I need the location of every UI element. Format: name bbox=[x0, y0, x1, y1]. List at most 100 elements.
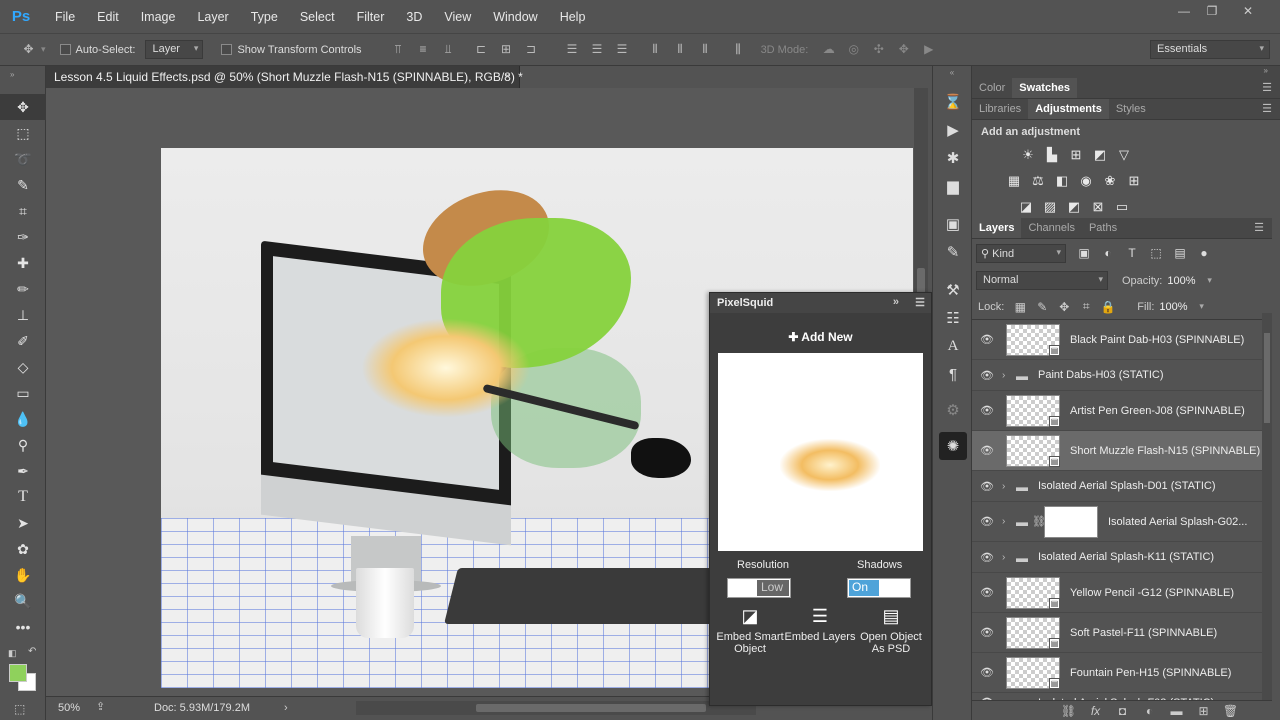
close-window-button[interactable]: ✕ bbox=[1232, 4, 1264, 20]
blur-tool[interactable]: 💧 bbox=[0, 406, 46, 432]
opacity-input[interactable]: 100% bbox=[1167, 275, 1207, 287]
tab-channels[interactable]: Channels bbox=[1021, 218, 1081, 238]
shadows-on-option[interactable]: On bbox=[849, 580, 879, 596]
filter-adjustment-icon[interactable]: ◐ bbox=[1096, 246, 1120, 260]
type-tool[interactable]: T bbox=[0, 484, 46, 510]
crop-tool[interactable]: ⌗ bbox=[0, 198, 46, 224]
paragraph-styles-icon[interactable]: ☷ bbox=[933, 304, 973, 332]
canvas-horizontal-scrollbar[interactable] bbox=[356, 701, 756, 715]
blend-mode-dropdown[interactable]: Normal bbox=[976, 271, 1108, 290]
photo-filter-icon[interactable]: ◉ bbox=[1074, 173, 1098, 189]
invert-icon[interactable]: ◪ bbox=[1014, 199, 1038, 215]
document-tab[interactable]: Lesson 4.5 Liquid Effects.psd @ 50% (Sho… bbox=[46, 66, 523, 88]
visibility-eye-icon[interactable]: 👁 bbox=[972, 404, 1002, 417]
3d-roll-icon[interactable]: ◎ bbox=[847, 43, 860, 56]
open-as-psd-button[interactable]: ▤ Open Object As PSD bbox=[855, 601, 927, 655]
visibility-eye-icon[interactable]: 👁 bbox=[972, 444, 1002, 457]
layer-style-fx-icon[interactable]: fx bbox=[1082, 704, 1109, 718]
tab-layers[interactable]: Layers bbox=[972, 218, 1022, 238]
filter-type-icon[interactable]: T bbox=[1120, 246, 1144, 260]
panel-menu-icon[interactable]: ☰ bbox=[1262, 102, 1272, 115]
histogram-icon[interactable]: ▆ bbox=[933, 172, 973, 200]
embed-layers-button[interactable]: ☰ Embed Layers bbox=[784, 601, 856, 643]
align-vcenter-icon[interactable]: ≡ bbox=[417, 43, 430, 56]
layer-row[interactable]: 👁 › ▬ ⛓ Isolated Aerial Splash-G02... bbox=[972, 502, 1272, 542]
marquee-tool[interactable]: ⬚ bbox=[0, 120, 46, 146]
status-menu-chevron-icon[interactable]: › bbox=[284, 702, 288, 714]
share-icon[interactable]: ⇪ bbox=[96, 700, 105, 713]
dock-collapse-icon[interactable]: » bbox=[972, 66, 1280, 78]
opacity-chevron-icon[interactable]: ▾ bbox=[1207, 275, 1212, 286]
align-left-icon[interactable]: ⊏ bbox=[475, 43, 488, 56]
black-white-icon[interactable]: ◧ bbox=[1050, 173, 1074, 189]
expand-chevron-icon[interactable]: › bbox=[1002, 481, 1016, 492]
tool-preset-chevron-icon[interactable]: ▾ bbox=[41, 44, 46, 55]
exposure-icon[interactable]: ◩ bbox=[1088, 147, 1112, 163]
menu-file[interactable]: File bbox=[44, 10, 86, 24]
move-tool[interactable]: ✥ bbox=[0, 94, 46, 120]
gradient-map-icon[interactable]: ▭ bbox=[1110, 199, 1134, 215]
distribute-vcenter-icon[interactable]: ☰ bbox=[591, 43, 604, 56]
fill-input[interactable]: 100% bbox=[1159, 301, 1199, 313]
move-tool-icon[interactable]: ✥ bbox=[22, 43, 35, 56]
menu-3d[interactable]: 3D bbox=[395, 10, 433, 24]
align-hcenter-icon[interactable]: ⊞ bbox=[500, 43, 513, 56]
brush-tool[interactable]: ✏ bbox=[0, 276, 46, 302]
hue-saturation-icon[interactable]: ▦ bbox=[1002, 173, 1026, 189]
expand-chevron-icon[interactable]: › bbox=[1002, 516, 1016, 527]
default-colors-icon[interactable]: ◧ bbox=[8, 648, 17, 659]
menu-view[interactable]: View bbox=[433, 10, 482, 24]
delete-layer-icon[interactable]: 🗑 bbox=[1217, 704, 1244, 718]
expand-chevron-icon[interactable]: › bbox=[1002, 370, 1016, 381]
embed-smart-object-button[interactable]: ◪ Embed Smart Object bbox=[714, 601, 786, 655]
visibility-eye-icon[interactable]: 👁 bbox=[972, 369, 1002, 382]
auto-align-icon[interactable]: ⫼ bbox=[732, 43, 745, 56]
layer-row[interactable]: 👁 ▤ Fountain Pen-H15 (SPINNABLE) bbox=[972, 653, 1272, 693]
panel-menu-icon[interactable]: ☰ bbox=[1262, 81, 1272, 94]
visibility-eye-icon[interactable]: 👁 bbox=[972, 586, 1002, 599]
3d-icon[interactable]: ⚙ bbox=[933, 396, 973, 424]
eraser-tool[interactable]: ◇ bbox=[0, 354, 46, 380]
lock-pixels-icon[interactable]: ✎ bbox=[1031, 300, 1053, 314]
brightness-icon[interactable]: ☀ bbox=[1016, 147, 1040, 163]
new-adjustment-icon[interactable]: ◐ bbox=[1136, 704, 1163, 718]
distribute-left-icon[interactable]: ⦀ bbox=[649, 43, 662, 56]
object-preview[interactable] bbox=[718, 353, 923, 551]
filter-toggle-icon[interactable]: ● bbox=[1192, 246, 1216, 260]
menu-edit[interactable]: Edit bbox=[86, 10, 130, 24]
distribute-top-icon[interactable]: ☰ bbox=[566, 43, 579, 56]
new-group-icon[interactable]: ▬ bbox=[1163, 704, 1190, 718]
vibrance-icon[interactable]: ▽ bbox=[1112, 147, 1136, 163]
menu-layer[interactable]: Layer bbox=[186, 10, 239, 24]
actions-play-icon[interactable]: ▶ bbox=[933, 116, 973, 144]
strip-collapse-icon[interactable]: « bbox=[933, 66, 971, 88]
maximize-button[interactable]: ❐ bbox=[1196, 4, 1228, 20]
panel-menu-icon[interactable]: ☰ bbox=[915, 296, 925, 309]
panel-menu-icon[interactable]: ☰ bbox=[1254, 221, 1264, 234]
eyedropper-tool[interactable]: ✑ bbox=[0, 224, 46, 250]
expand-chevron-icon[interactable]: › bbox=[1002, 552, 1016, 563]
menu-image[interactable]: Image bbox=[130, 10, 187, 24]
quick-select-tool[interactable]: ✎ bbox=[0, 172, 46, 198]
menu-select[interactable]: Select bbox=[289, 10, 346, 24]
align-right-icon[interactable]: ⊐ bbox=[525, 43, 538, 56]
character-icon[interactable]: A bbox=[933, 332, 973, 360]
tab-color[interactable]: Color bbox=[972, 78, 1012, 98]
levels-icon[interactable]: ▙ bbox=[1040, 147, 1064, 163]
stamp-tool[interactable]: ⊥ bbox=[0, 302, 46, 328]
clone-source-icon[interactable]: ⚒ bbox=[933, 276, 973, 304]
link-layers-icon[interactable]: ⛓ bbox=[1055, 704, 1082, 718]
distribute-hcenter-icon[interactable]: ⦀ bbox=[674, 43, 687, 56]
curves-icon[interactable]: ⊞ bbox=[1064, 147, 1088, 163]
filter-pixel-icon[interactable]: ▣ bbox=[1072, 246, 1096, 260]
collapse-panel-icon[interactable]: » bbox=[893, 296, 899, 308]
selective-color-icon[interactable]: ⊠ bbox=[1086, 199, 1110, 215]
fill-chevron-icon[interactable]: ▾ bbox=[1199, 301, 1204, 312]
distribute-bottom-icon[interactable]: ☰ bbox=[616, 43, 629, 56]
scroll-thumb[interactable] bbox=[1264, 333, 1270, 423]
tab-paths[interactable]: Paths bbox=[1082, 218, 1124, 238]
resolution-low-option[interactable]: Low bbox=[757, 580, 789, 596]
filter-smart-object-icon[interactable]: ▤ bbox=[1168, 246, 1192, 260]
mask-link-icon[interactable]: ⛓ bbox=[1032, 515, 1046, 528]
add-new-button[interactable]: ✚ Add New bbox=[710, 330, 931, 344]
